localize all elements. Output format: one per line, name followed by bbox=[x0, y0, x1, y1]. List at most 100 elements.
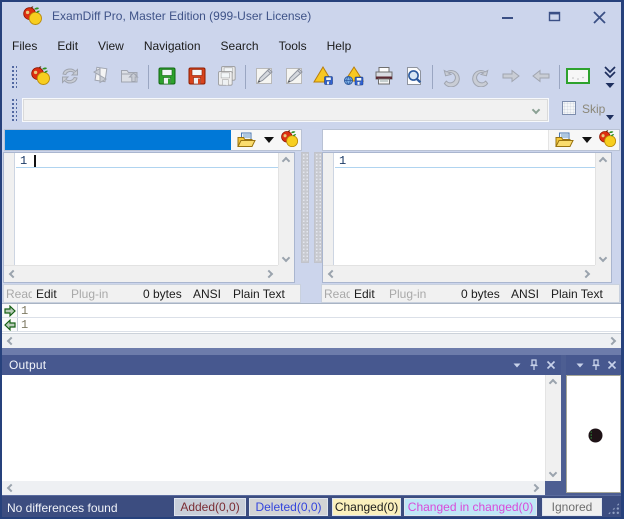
statistics-panel-content[interactable] bbox=[566, 375, 621, 493]
left-diff-map-bar[interactable] bbox=[301, 152, 309, 263]
magnifier-page-icon bbox=[403, 65, 425, 90]
panel-close-icon[interactable] bbox=[606, 359, 618, 371]
previous-difference-button[interactable] bbox=[526, 63, 556, 91]
left-editor-hscrollbar[interactable] bbox=[4, 265, 278, 282]
save-first-file-button[interactable] bbox=[152, 63, 182, 91]
right-status-plain-text: Plain Text bbox=[551, 287, 603, 301]
left-pane-header bbox=[4, 129, 302, 151]
right-compare-button[interactable] bbox=[595, 130, 619, 150]
print-button[interactable] bbox=[369, 63, 399, 91]
toolbar-grip[interactable] bbox=[11, 98, 17, 121]
output-panel-header[interactable]: Output bbox=[2, 355, 561, 375]
resize-grip-icon[interactable] bbox=[607, 502, 620, 515]
line-number: 1 bbox=[339, 154, 346, 168]
open-files-button[interactable] bbox=[115, 63, 145, 91]
scroll-right-icon[interactable] bbox=[265, 270, 273, 278]
green-box-icon bbox=[565, 65, 591, 90]
scroll-right-icon[interactable] bbox=[582, 270, 590, 278]
left-browse-button[interactable] bbox=[231, 130, 261, 150]
scroll-down-icon[interactable] bbox=[599, 254, 607, 262]
right-diff-map-bar[interactable] bbox=[314, 152, 322, 263]
menu-files[interactable]: Files bbox=[4, 35, 45, 57]
skip-checkbox[interactable] bbox=[562, 101, 576, 115]
compare-fruit-icon bbox=[30, 65, 51, 89]
right-editor-vscrollbar[interactable] bbox=[595, 153, 611, 266]
toolbar-grip[interactable] bbox=[11, 65, 17, 90]
left-status-edit: Edit bbox=[36, 287, 57, 301]
left-editor-vscrollbar[interactable] bbox=[278, 153, 294, 266]
statistics-panel-header[interactable] bbox=[566, 355, 621, 375]
next-difference-button[interactable] bbox=[496, 63, 526, 91]
redo-button[interactable] bbox=[466, 63, 496, 91]
edit-second-file-button[interactable] bbox=[279, 63, 309, 91]
menu-search[interactable]: Search bbox=[213, 35, 267, 57]
menu-tools[interactable]: Tools bbox=[271, 35, 315, 57]
panel-dropdown-icon[interactable] bbox=[511, 359, 523, 371]
save-differences-as-button[interactable] bbox=[339, 63, 369, 91]
scroll-up-icon[interactable] bbox=[549, 379, 557, 387]
line-view-row[interactable]: 1 bbox=[2, 318, 622, 332]
panel-close-icon[interactable] bbox=[545, 359, 557, 371]
right-editor[interactable]: 1 bbox=[335, 153, 595, 265]
dropdown-triangle-icon bbox=[582, 137, 592, 143]
scroll-left-icon[interactable] bbox=[7, 337, 15, 345]
save-differences-button[interactable] bbox=[309, 63, 339, 91]
menu-navigation[interactable]: Navigation bbox=[136, 35, 209, 57]
save-both-files-button[interactable] bbox=[212, 63, 242, 91]
right-file-name-combobox[interactable] bbox=[323, 130, 549, 150]
left-file-name-combobox[interactable] bbox=[5, 130, 231, 150]
menu-help[interactable]: Help bbox=[319, 35, 360, 57]
right-editor-gutter bbox=[323, 153, 334, 265]
scroll-left-icon[interactable] bbox=[328, 270, 336, 278]
output-hscrollbar[interactable] bbox=[2, 481, 545, 495]
menu-edit[interactable]: Edit bbox=[49, 35, 86, 57]
output-vscrollbar[interactable] bbox=[545, 375, 561, 481]
right-status-0-bytes: 0 bytes bbox=[461, 287, 500, 301]
filter-combobox[interactable] bbox=[23, 99, 548, 121]
minimize-button[interactable] bbox=[490, 0, 524, 31]
edit-first-file-button[interactable] bbox=[249, 63, 279, 91]
output-panel-content[interactable] bbox=[2, 375, 561, 481]
save-second-file-button[interactable] bbox=[182, 63, 212, 91]
horizontal-splitter[interactable] bbox=[0, 348, 624, 355]
show-options-button[interactable] bbox=[563, 63, 593, 91]
scroll-down-icon[interactable] bbox=[549, 469, 557, 477]
print-preview-button[interactable] bbox=[399, 63, 429, 91]
combo-dropdown-icon[interactable] bbox=[532, 106, 540, 114]
toolbar-overflow-button[interactable] bbox=[602, 63, 618, 91]
right-pane-status-bar: Read-onlyEditPlug-in0 bytesANSIPlain Tex… bbox=[321, 284, 620, 303]
right-browse-dropdown-button[interactable] bbox=[579, 130, 595, 150]
undo-button[interactable] bbox=[436, 63, 466, 91]
swap-panes-button[interactable] bbox=[85, 63, 115, 91]
panel-pin-icon[interactable] bbox=[528, 359, 540, 371]
left-editor[interactable]: 1 bbox=[16, 153, 278, 265]
right-editor-hscrollbar[interactable] bbox=[323, 265, 595, 282]
scroll-left-icon[interactable] bbox=[9, 270, 17, 278]
panel-dropdown-icon[interactable] bbox=[574, 359, 586, 371]
floppy-green-icon bbox=[156, 65, 178, 90]
examdiff-window: ExamDiff Pro, Master Edition (999-User L… bbox=[0, 0, 624, 519]
text-caret bbox=[34, 155, 36, 167]
scroll-up-icon[interactable] bbox=[282, 157, 290, 165]
line-view-row[interactable]: 1 bbox=[2, 304, 622, 318]
statistics-pie-chart bbox=[588, 428, 603, 443]
left-compare-button[interactable] bbox=[277, 130, 301, 150]
line-view-hscrollbar[interactable] bbox=[2, 333, 622, 348]
left-editor-pane[interactable]: 1 bbox=[3, 152, 295, 283]
right-browse-button[interactable] bbox=[549, 130, 579, 150]
maximize-button[interactable] bbox=[538, 0, 572, 31]
scroll-up-icon[interactable] bbox=[599, 157, 607, 165]
panel-pin-icon[interactable] bbox=[590, 359, 602, 371]
compare-button[interactable] bbox=[25, 63, 55, 91]
recompare-button[interactable] bbox=[55, 63, 85, 91]
left-browse-dropdown-button[interactable] bbox=[261, 130, 277, 150]
badge-deleted: Deleted(0,0) bbox=[249, 498, 328, 516]
scroll-down-icon[interactable] bbox=[282, 254, 290, 262]
close-button[interactable] bbox=[583, 0, 617, 31]
right-editor-pane[interactable]: 1 bbox=[322, 152, 612, 283]
title-bar[interactable]: ExamDiff Pro, Master Edition (999-User L… bbox=[0, 0, 624, 31]
scroll-right-icon[interactable] bbox=[531, 484, 539, 492]
scroll-right-icon[interactable] bbox=[608, 337, 616, 345]
scroll-left-icon[interactable] bbox=[7, 484, 15, 492]
menu-view[interactable]: View bbox=[90, 35, 132, 57]
